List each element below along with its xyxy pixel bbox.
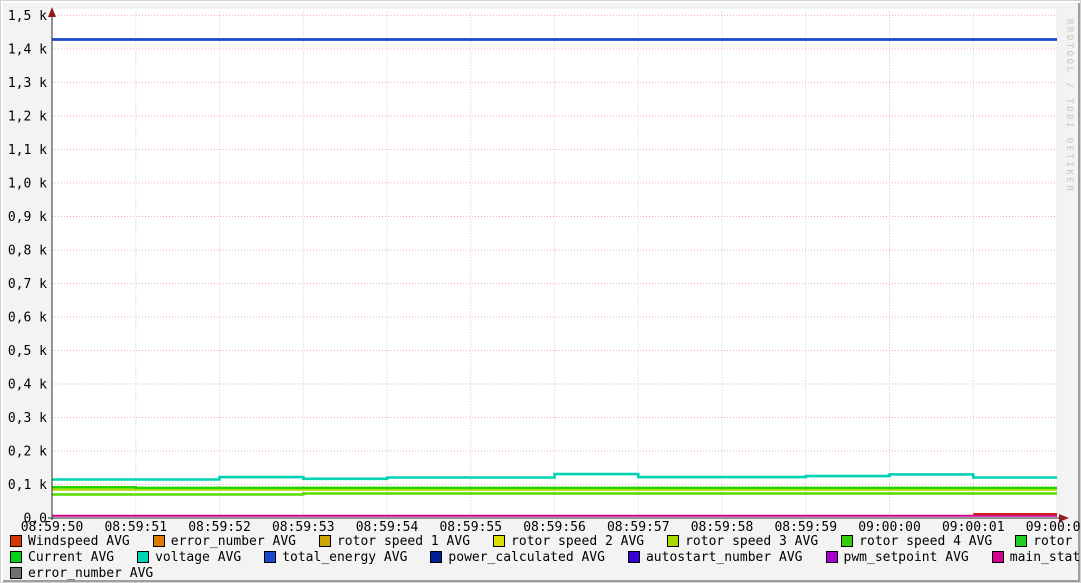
y-tick-label: 0,9 k	[8, 210, 47, 225]
y-tick-label: 0,8 k	[8, 243, 47, 258]
legend-item: main_state_number AVG	[991, 549, 1081, 565]
legend-item-label: rotor speed 2 AVG	[511, 533, 645, 549]
legend-item: Current AVG	[10, 550, 114, 565]
legend-item-label: rotor speed 4 AVG	[859, 533, 993, 549]
legend-swatch	[841, 535, 854, 547]
y-tick-label: 1,2 k	[8, 109, 47, 124]
y-tick-label: 0,2 k	[8, 444, 47, 459]
legend-item: error_number AVG	[152, 533, 296, 549]
y-tick-label: 0,1 k	[8, 478, 47, 493]
rrdtool-graph: 1,5 k 1,4 k 1,3 k 1,2 k 1,1 k 1,0 k 0,9 k 0,8 k…	[0, 0, 1081, 583]
x-tick-label: 08:59:54	[356, 520, 419, 532]
legend-item-label: error_number AVG	[28, 565, 154, 581]
legend-item: rotor speed 5 AVG	[1015, 533, 1080, 549]
legend-item-label: error_number AVG	[170, 533, 296, 549]
legend-item-label: Current AVG	[28, 549, 115, 565]
legend-item: pwm_setpoint AVG	[825, 549, 969, 565]
legend-swatch	[991, 551, 1004, 563]
legend-swatch	[825, 551, 838, 563]
series-current-avg	[52, 486, 1057, 489]
legend-swatch	[430, 551, 443, 563]
legend-item: voltage AVG	[137, 550, 241, 565]
y-tick-label: 0,3 k	[8, 411, 47, 426]
legend-row: error_number AVG	[10, 565, 1076, 581]
x-tick-label: 08:59:52	[188, 520, 251, 532]
y-tick-label: 1,0 k	[8, 176, 47, 191]
x-tick-label: 09:00:02	[1026, 520, 1081, 532]
x-tick-label: 08:59:58	[691, 520, 754, 532]
legend-swatch	[264, 551, 277, 563]
legend-item: autostart_number AVG	[627, 549, 803, 565]
legend-swatch	[137, 551, 150, 563]
legend-item-label: rotor speed 3 AVG	[685, 533, 819, 549]
legend-swatch	[318, 535, 331, 547]
legend-swatch	[152, 535, 165, 547]
legend-swatch	[10, 551, 22, 563]
rrdtool-watermark: RRDTOOL / TOBI OETIKER	[1064, 19, 1074, 194]
legend-item: rotor speed 1 AVG	[318, 533, 471, 549]
legend-item: rotor speed 3 AVG	[667, 534, 818, 549]
series-rotor-speed-5-avg	[52, 492, 1057, 496]
legend-swatch	[667, 535, 680, 547]
x-tick-label: 08:59:59	[774, 520, 837, 532]
chart-canvas: 1,5 k 1,4 k 1,3 k 1,2 k 1,1 k 1,0 k 0,9 k 0,8 k…	[8, 7, 1081, 532]
y-tick-label: 0,4 k	[8, 377, 47, 392]
x-tick-label: 08:59:51	[104, 520, 167, 532]
legend-item-label: autostart_number AVG	[645, 549, 803, 565]
legend-item: total_energy AVG	[264, 550, 407, 565]
y-tick-label: 0,6 k	[8, 310, 47, 325]
x-tick-label: 08:59:55	[439, 520, 502, 532]
legend-item-label: Windspeed AVG	[28, 533, 130, 549]
legend-item-label: power_calculated AVG	[448, 549, 605, 565]
legend-swatch	[10, 535, 22, 547]
legend-swatch	[627, 551, 640, 563]
legend-item-label: main_state_number AVG	[1009, 549, 1081, 565]
legend-item: rotor speed 2 AVG	[493, 534, 644, 549]
x-tick-label: 09:00:00	[858, 520, 921, 532]
x-tick-label: 08:59:50	[21, 520, 84, 532]
legend-swatch	[493, 535, 506, 547]
y-tick-label: 0,5 k	[8, 344, 47, 359]
y-tick-label: 1,3 k	[8, 76, 47, 91]
legend-item: Windspeed AVG	[10, 534, 130, 549]
x-tick-label: 08:59:53	[272, 520, 335, 532]
legend-swatch	[10, 567, 22, 579]
legend-item: rotor speed 4 AVG	[841, 534, 992, 549]
legend-item: error_number AVG	[10, 566, 153, 581]
y-tick-label: 1,5 k	[8, 9, 47, 24]
x-tick-label: 08:59:57	[607, 520, 670, 532]
legend-item-label: rotor speed 5 AVG	[1033, 533, 1080, 549]
y-tick-label: 1,4 k	[8, 42, 47, 57]
legend-item-label: rotor speed 1 AVG	[336, 533, 471, 549]
x-tick-label: 09:00:01	[942, 520, 1005, 532]
legend-item-label: total_energy AVG	[282, 549, 408, 565]
chart-legend: Windspeed AVG error_number AVG rotor spe…	[10, 533, 1080, 581]
y-tick-label: 0,7 k	[8, 277, 47, 292]
x-tick-label: 08:59:56	[523, 520, 586, 532]
legend-row: Windspeed AVG error_number AVG rotor spe…	[10, 533, 1080, 549]
legend-item: power_calculated AVG	[430, 550, 605, 565]
legend-item-label: voltage AVG	[155, 549, 242, 565]
legend-swatch	[1015, 535, 1028, 547]
y-tick-label: 1,1 k	[8, 143, 47, 158]
legend-row: Current AVG voltage AVG total_energy AVG…	[10, 549, 1080, 565]
legend-item-label: pwm_setpoint AVG	[843, 549, 969, 565]
